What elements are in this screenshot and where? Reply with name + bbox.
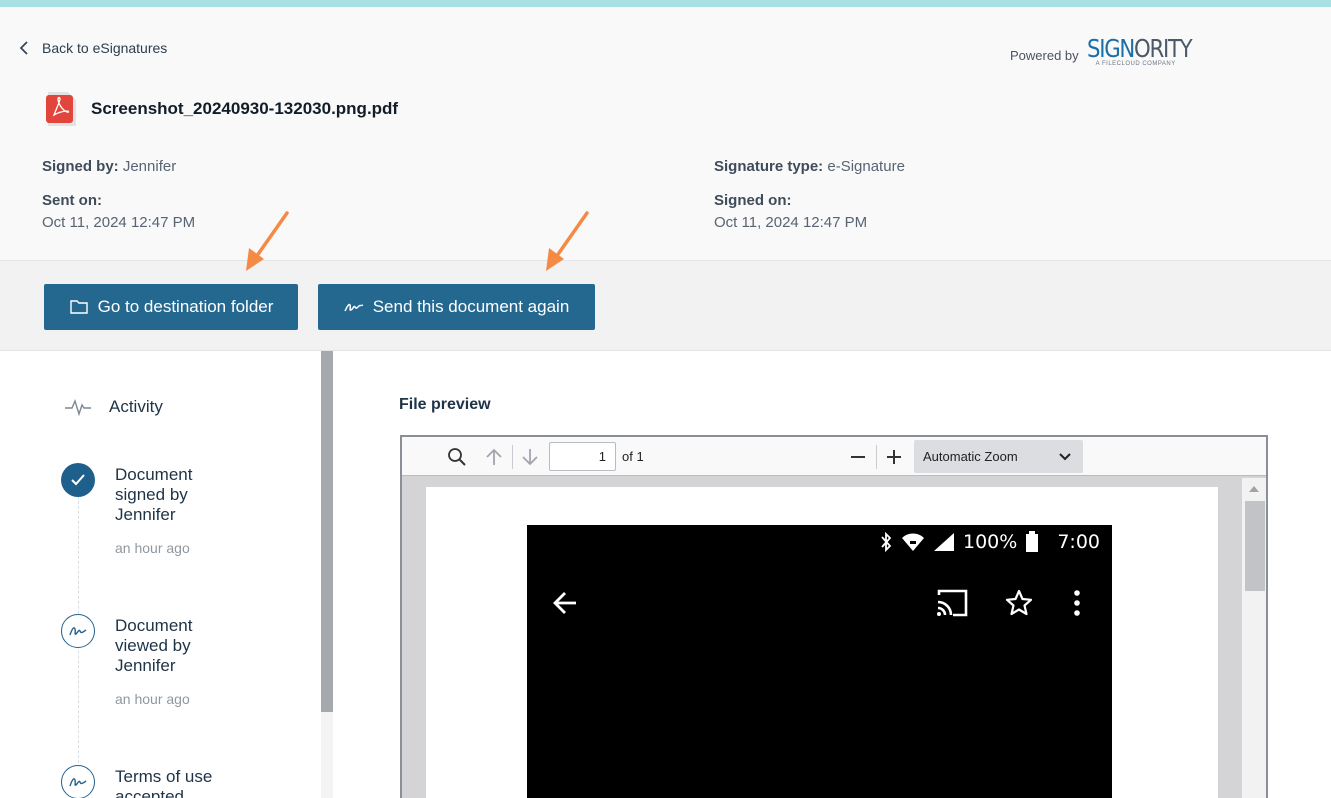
pdf-file-icon [46,91,77,127]
file-name: Screenshot_20240930-132030.png.pdf [91,99,399,118]
signature-type: Signature type: e-Signature [714,158,905,175]
activity-heading: Activity [64,397,163,417]
battery-icon [1026,531,1039,552]
sidebar-scrollbar[interactable] [321,351,333,798]
activity-pulse-icon [65,398,91,417]
chevron-down-icon [1059,452,1071,460]
phone-status-bar: 100% 7:00 [879,531,1100,553]
preview-scroll-thumb[interactable] [1245,501,1265,591]
signature-icon [344,303,364,312]
toolbar-separator [876,445,877,469]
sent-on-value: Oct 11, 2024 12:47 PM [42,214,196,231]
wifi-icon [902,533,924,551]
powered-by-label: Powered by [1010,48,1079,63]
signed-by: Signed by: Jennifer [42,158,177,175]
more-vertical-icon [1074,590,1080,616]
file-preview-title: File preview [399,396,491,413]
bluetooth-icon [881,532,892,552]
signed-on-value: Oct 11, 2024 12:47 PM [714,214,868,231]
phone-screenshot: 100% 7:00 [527,525,1112,798]
pdf-toolbar: 1 of 1 Automatic Zoom [402,437,1266,476]
page-number-input[interactable]: 1 [549,442,616,471]
search-icon[interactable] [447,447,467,467]
send-document-again-button[interactable]: Send this document again [318,284,595,330]
cast-icon [937,589,968,617]
sidebar-scroll-thumb[interactable] [321,351,333,712]
arrow-down-icon[interactable] [520,447,540,467]
powered-by: Powered by SIGNORITY A FILECLOUD COMPANY [1010,35,1209,67]
signority-logo: SIGNORITY A FILECLOUD COMPANY [1086,34,1193,67]
chevron-left-icon [19,41,28,55]
signature-icon [61,765,95,798]
action-bar: Go to destination folder Send this docum… [0,260,1331,351]
pdf-viewer: 1 of 1 Automatic Zoom 100% 7:00 [400,435,1268,798]
zoom-in-icon[interactable] [884,447,904,467]
toolbar-separator [512,445,513,469]
star-icon [1005,589,1033,616]
back-link-label: Back to eSignatures [42,40,168,56]
page-count: of 1 [622,449,644,464]
arrow-up-icon[interactable] [484,447,504,467]
activity-sidebar: Activity Document signed by Jennifer an … [0,351,333,798]
scroll-up-icon[interactable] [1249,486,1259,492]
file-title-row: Screenshot_20240930-132030.png.pdf [46,91,398,127]
file-preview-panel: File preview 1 of 1 Automatic Zoom 100% … [333,351,1331,798]
folder-icon [69,300,88,314]
signed-on-label: Signed on: [714,192,792,209]
annotation-arrow-icon [546,211,589,271]
signature-icon [61,614,95,648]
zoom-select[interactable]: Automatic Zoom [914,440,1083,473]
signal-icon [934,533,954,551]
top-accent-strip [0,0,1331,7]
sent-on-label: Sent on: [42,192,102,209]
zoom-out-icon[interactable] [848,447,868,467]
back-to-esignatures-link[interactable]: Back to eSignatures [18,40,167,56]
preview-scrollbar[interactable] [1242,478,1266,798]
pdf-page: 100% 7:00 [426,487,1218,798]
check-icon [61,463,95,497]
annotation-arrow-icon [246,211,289,271]
back-arrow-icon [553,592,576,614]
document-header: Back to eSignatures Powered by SIGNORITY… [0,7,1331,260]
go-to-destination-folder-button[interactable]: Go to destination folder [44,284,298,330]
